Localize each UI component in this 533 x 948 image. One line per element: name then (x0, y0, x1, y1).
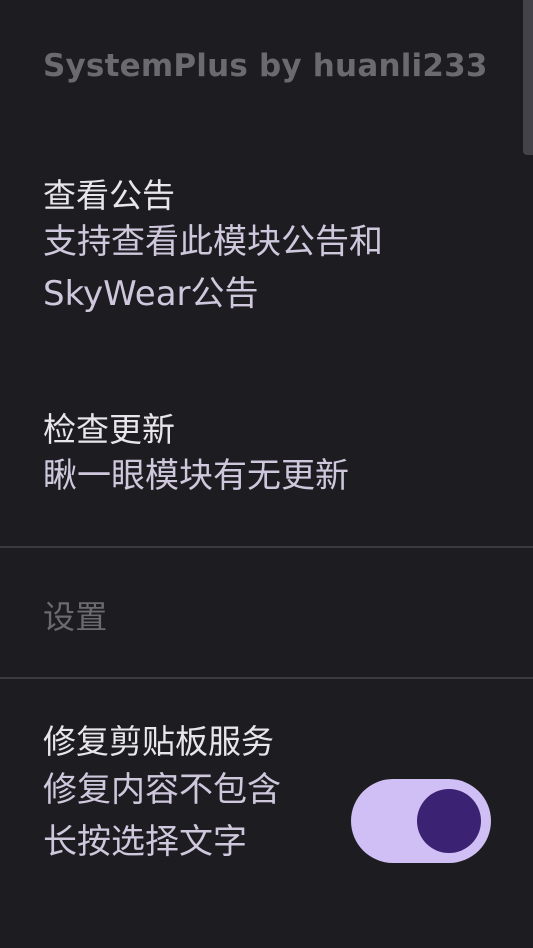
settings-category-title: 设置 (43, 598, 108, 636)
toggle-thumb (417, 789, 481, 853)
check-update-item[interactable]: 检查更新 瞅一眼模块有无更新 (43, 410, 513, 502)
fix-clipboard-item[interactable]: 修复剪贴板服务 修复内容不包含长按选择文字 (43, 722, 293, 868)
fix-clipboard-toggle[interactable] (351, 779, 491, 863)
check-update-title: 检查更新 (43, 410, 175, 449)
divider (0, 546, 533, 548)
fix-clipboard-title: 修复剪贴板服务 (43, 722, 274, 761)
view-notice-title: 查看公告 (43, 176, 175, 215)
fix-clipboard-summary: 修复内容不包含长按选择文字 (43, 770, 281, 862)
divider (0, 677, 533, 679)
check-update-summary: 瞅一眼模块有无更新 (43, 456, 349, 496)
view-notice-summary: 支持查看此模块公告和SkyWear公告 (43, 222, 383, 314)
view-notice-item[interactable]: 查看公告 支持查看此模块公告和SkyWear公告 (43, 176, 513, 320)
header-title: SystemPlus by huanli233 (43, 48, 488, 84)
scrollbar[interactable] (523, 0, 533, 155)
settings-screen: SystemPlus by huanli233 查看公告 支持查看此模块公告和S… (0, 0, 533, 948)
